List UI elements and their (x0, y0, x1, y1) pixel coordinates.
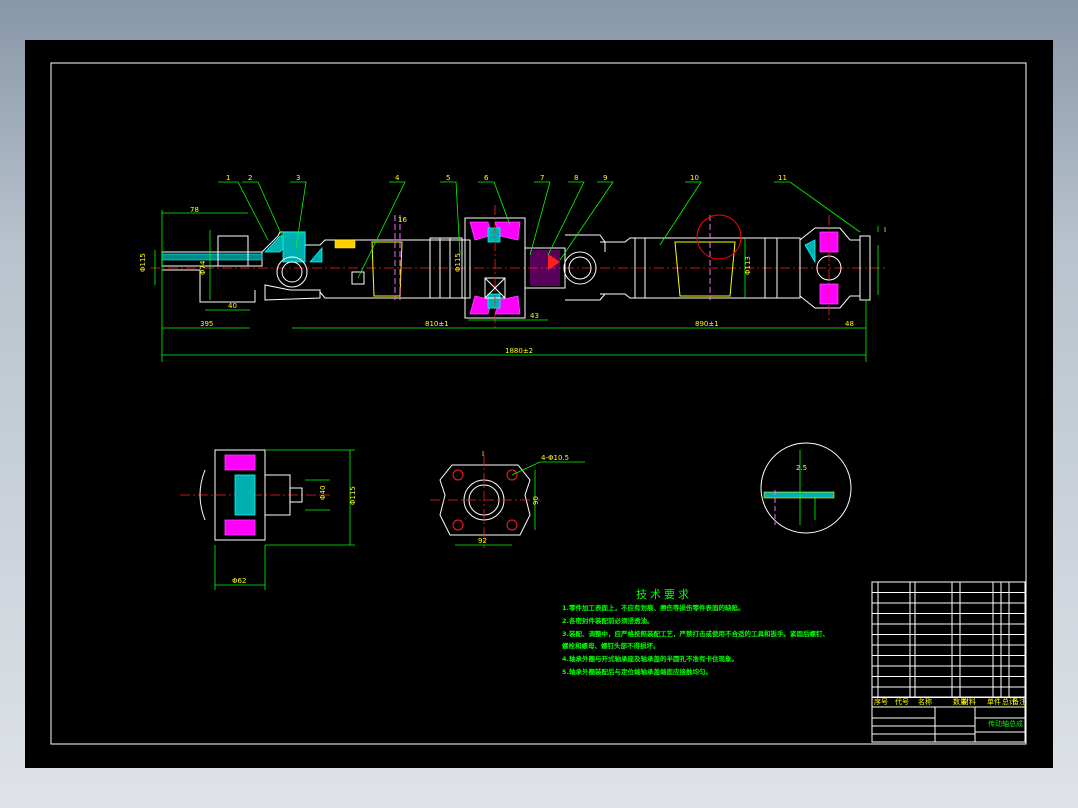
svg-text:4.轴承外圈与开式轴承座及轴承盖的半圆孔不准有卡住现象。: 4.轴承外圈与开式轴承座及轴承盖的半圆孔不准有卡住现象。 (562, 654, 738, 663)
svg-text:5.轴承外圈装配后与定位端轴承盖端面应接触均匀。: 5.轴承外圈装配后与定位端轴承盖端面应接触均匀。 (562, 667, 712, 676)
svg-text:2.5: 2.5 (796, 464, 807, 472)
flange-view: 4-Φ10.5 90 92 I (430, 450, 585, 548)
drawing-border (50, 62, 1027, 745)
svg-text:2: 2 (248, 174, 252, 182)
svg-text:16: 16 (398, 216, 407, 224)
svg-text:Φ115: Φ115 (349, 486, 357, 505)
svg-text:Φ40: Φ40 (319, 486, 327, 500)
svg-text:螺栓和螺母、螺钉头部不得损坏。: 螺栓和螺母、螺钉头部不得损坏。 (562, 641, 660, 650)
svg-text:3.装配、调整中，应严格按照装配工艺，严禁打击或使用不合适的: 3.装配、调整中，应严格按照装配工艺，严禁打击或使用不合适的工具和扳手。紧固后螺… (562, 629, 829, 638)
svg-text:Φ62: Φ62 (232, 577, 246, 585)
main-assembly-view (150, 205, 885, 330)
svg-text:代号: 代号 (895, 697, 909, 706)
svg-text:890±1: 890±1 (695, 320, 719, 328)
svg-text:90: 90 (532, 496, 540, 505)
svg-text:1: 1 (226, 174, 230, 182)
svg-text:2.各密封件装配前必须浸透油。: 2.各密封件装配前必须浸透油。 (562, 616, 654, 625)
svg-text:810±1: 810±1 (425, 320, 449, 328)
svg-text:9: 9 (603, 174, 607, 182)
svg-text:78: 78 (190, 206, 199, 214)
svg-text:Φ113: Φ113 (744, 256, 752, 275)
svg-text:3: 3 (296, 174, 300, 182)
svg-text:材料: 材料 (962, 697, 976, 706)
svg-text:40: 40 (228, 302, 237, 310)
svg-text:I: I (884, 226, 886, 234)
svg-text:395: 395 (200, 320, 213, 328)
svg-text:1.零件加工表面上，不应有划痕、擦伤等损伤零件表面的缺陷。: 1.零件加工表面上，不应有划痕、擦伤等损伤零件表面的缺陷。 (562, 603, 745, 612)
svg-text:4: 4 (395, 174, 400, 182)
svg-text:10: 10 (690, 174, 699, 182)
bearing-section-view: Φ115 Φ40 Φ62 (180, 449, 357, 590)
svg-text:4-Φ10.5: 4-Φ10.5 (541, 454, 569, 462)
svg-text:Φ74: Φ74 (199, 260, 207, 275)
title-block: 序号 代号 名称 数量 材料 单件 总计 备注 传动轴总成 (871, 581, 1026, 743)
detail-circle-marker (696, 214, 742, 260)
svg-text:I: I (482, 450, 484, 458)
svg-text:92: 92 (478, 537, 487, 545)
cad-drawing: 78 Φ115 Φ74 40 395 16 Φ115 810±1 43 Φ113… (50, 62, 1027, 745)
svg-text:5: 5 (446, 174, 450, 182)
svg-text:备注: 备注 (1012, 697, 1026, 706)
svg-text:Φ115: Φ115 (454, 253, 462, 272)
svg-text:序号: 序号 (874, 697, 888, 706)
svg-text:11: 11 (778, 174, 787, 182)
drawing-sheet: 78 Φ115 Φ74 40 395 16 Φ115 810±1 43 Φ113… (25, 40, 1053, 768)
svg-text:Φ115: Φ115 (139, 253, 147, 272)
detail-view: 2.5 (760, 442, 852, 534)
drawing-name: 传动轴总成 (988, 719, 1023, 728)
svg-text:单件: 单件 (987, 697, 1001, 706)
svg-text:1880±2: 1880±2 (505, 347, 533, 355)
svg-text:43: 43 (530, 312, 539, 320)
svg-text:48: 48 (845, 320, 854, 328)
technical-requirements: 技术要求 1.零件加工表面上，不应有划痕、擦伤等损伤零件表面的缺陷。 2.各密封… (562, 588, 829, 676)
svg-text:7: 7 (540, 174, 544, 182)
svg-text:8: 8 (574, 174, 578, 182)
tech-req-title: 技术要求 (636, 588, 692, 601)
svg-text:6: 6 (484, 174, 489, 182)
svg-text:名称: 名称 (918, 697, 932, 706)
